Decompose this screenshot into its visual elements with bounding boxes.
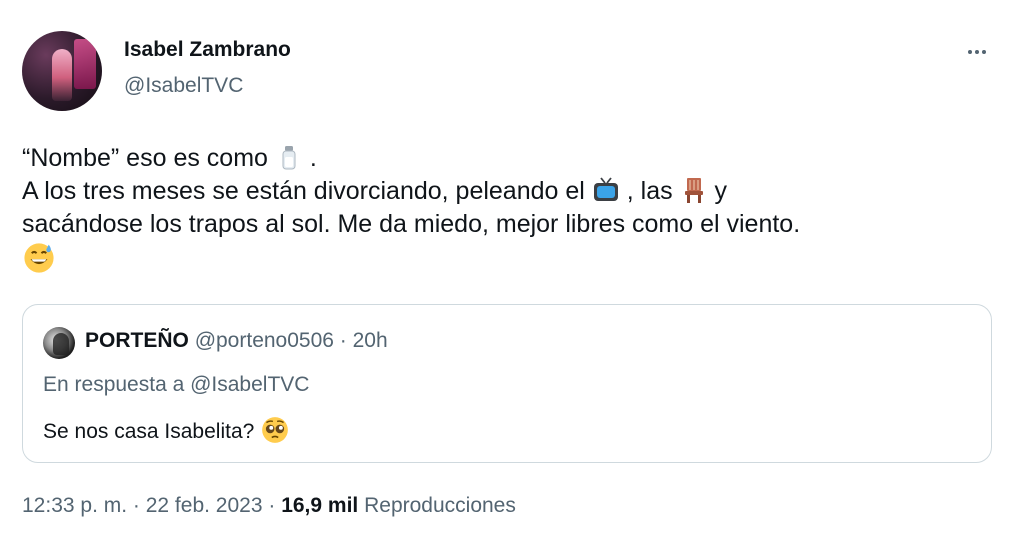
more-options-icon[interactable]: [962, 42, 992, 62]
quoted-tweet-card[interactable]: PORTEÑO @porteno0506 · 20h En respuesta …: [22, 304, 992, 463]
quoted-author-name[interactable]: PORTEÑO: [85, 329, 189, 352]
television-icon: [593, 177, 618, 201]
avatar-background: [74, 39, 96, 89]
tweet-line-2: A los tres meses se están divorciando, p…: [22, 175, 982, 208]
quoted-tweet-header: PORTEÑO @porteno0506 · 20h: [85, 329, 388, 353]
footer-separator: ·: [127, 494, 146, 517]
views-label: Reproducciones: [364, 494, 516, 517]
avatar-figure: [52, 49, 72, 101]
footer-separator: ·: [262, 494, 282, 517]
grinning-sweat-icon: [24, 243, 54, 273]
pleading-face-icon: [262, 417, 289, 443]
tweet-text-segment: .: [309, 144, 317, 172]
quoted-time[interactable]: 20h: [353, 329, 388, 352]
views-count: 16,9 mil: [281, 494, 359, 517]
author-avatar[interactable]: [22, 31, 102, 111]
author-name[interactable]: Isabel Zambrano: [124, 38, 291, 62]
tweet-line-1: “Nombe” eso es como .: [22, 142, 982, 175]
tweet-line-3: sacándose los trapos al sol. Me da miedo…: [22, 210, 801, 238]
tweet-text: “Nombe” eso es como . A los tres meses s…: [22, 142, 982, 278]
tweet-text-segment: y: [714, 177, 728, 205]
chair-icon: [684, 178, 703, 203]
salt-shaker-icon: [282, 146, 296, 170]
tweet-time[interactable]: 12:33 p. m.: [22, 494, 127, 517]
tweet-metadata: 12:33 p. m. · 22 feb. 2023 · 16,9 mil Re…: [22, 494, 516, 518]
tweet-text-segment: , las: [626, 177, 673, 205]
quoted-tweet-text: Se nos casa Isabelita?: [43, 415, 290, 445]
tweet-text-segment: A los tres meses se están divorciando, p…: [22, 177, 585, 205]
author-handle[interactable]: @IsabelTVC: [124, 74, 243, 98]
tweet-line-4: [22, 241, 982, 278]
quoted-author-handle[interactable]: @porteno0506: [195, 329, 334, 352]
quoted-separator: ·: [333, 329, 353, 352]
quoted-author-avatar[interactable]: [43, 327, 75, 359]
quoted-text-segment: Se nos casa Isabelita?: [43, 420, 255, 443]
reply-context: En respuesta a @IsabelTVC: [43, 373, 310, 396]
tweet-text-segment: “Nombe” eso es como: [22, 144, 268, 172]
tweet-date[interactable]: 22 feb. 2023: [146, 494, 263, 517]
